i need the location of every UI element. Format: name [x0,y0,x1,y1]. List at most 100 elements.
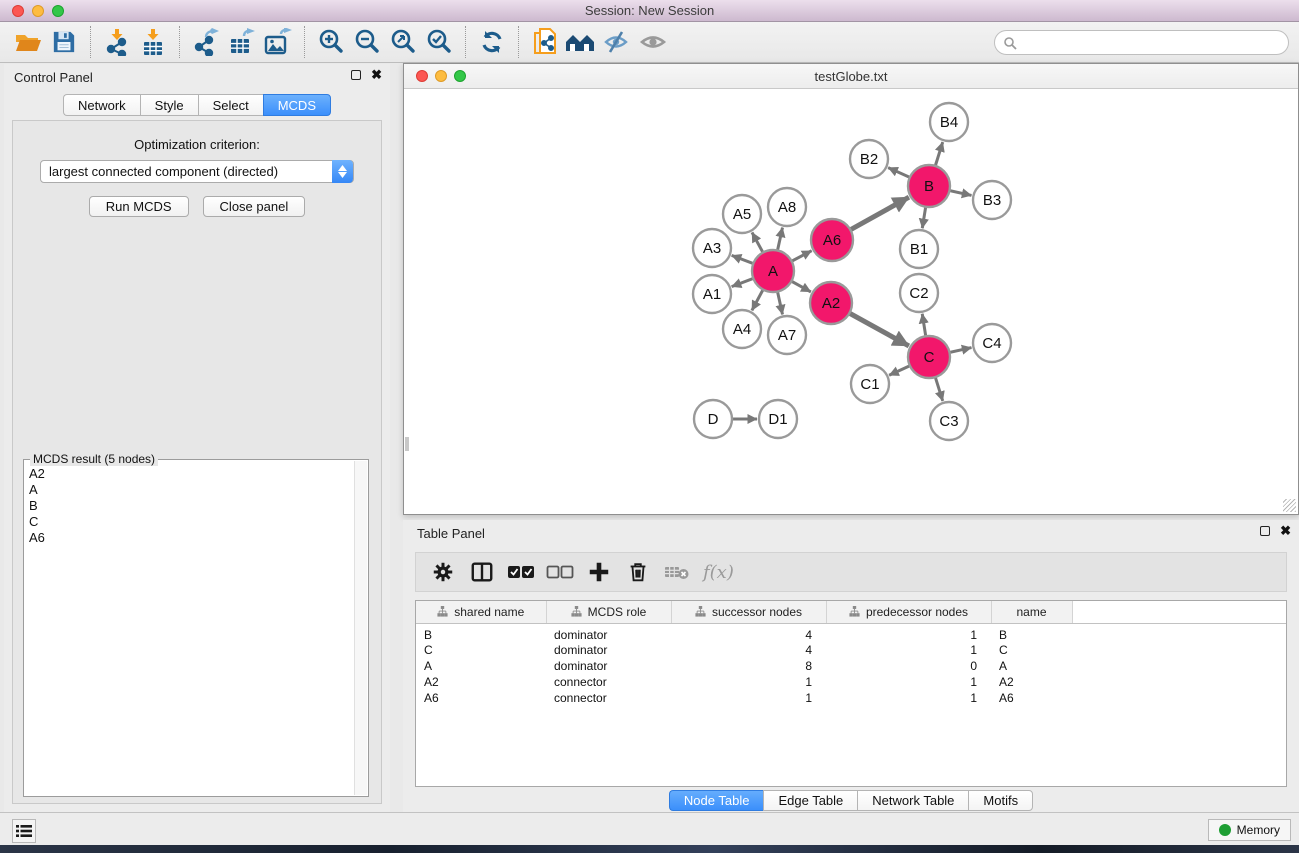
close-panel-icon[interactable]: ✖ [371,70,382,80]
refresh-icon [479,29,505,55]
network-close-button[interactable] [416,70,428,82]
control-panel-tabs: NetworkStyleSelectMCDS [4,94,390,116]
search-icon [1003,36,1017,50]
zoom-in-button[interactable] [313,25,349,59]
mcds-result-item[interactable]: A [29,482,354,498]
graph-node-label: D [708,411,719,428]
table-cell: 1 [826,690,991,706]
control-panel: Control Panel ✖ NetworkStyleSelectMCDS O… [4,64,390,812]
main-toolbar [0,22,1299,63]
close-table-panel-icon[interactable]: ✖ [1280,526,1291,536]
network-zoom-button[interactable] [454,70,466,82]
export-table-button[interactable] [224,25,260,59]
mcds-result-item[interactable]: C [29,514,354,530]
tab-network[interactable]: Network [63,94,140,116]
network-canvas[interactable]: B4B2BB3A8A5A6A3B1AA1C2A2A4A7C4CC1C3DD1 [405,90,1297,513]
run-mcds-button[interactable]: Run MCDS [89,196,189,217]
mcds-result-item[interactable]: A6 [29,530,354,546]
float-panel-icon[interactable] [351,70,361,80]
table-panel-title: Table Panel [417,526,485,541]
table-cell: 0 [826,658,991,674]
zoom-out-button[interactable] [349,25,385,59]
criterion-value: largest connected component (directed) [49,164,278,179]
table-cell: B [416,623,546,642]
tab-style[interactable]: Style [140,94,198,116]
show-graphics-details-button[interactable] [635,25,671,59]
result-list-scrollbar[interactable] [354,461,367,795]
tab-mcds[interactable]: MCDS [263,94,331,116]
window-resize-grip[interactable] [1283,499,1296,512]
minimize-window-button[interactable] [32,5,44,17]
graph-node-label: B3 [983,192,1001,209]
table-row[interactable]: Bdominator41B [416,623,1286,642]
table-cell-filler [1072,623,1286,642]
column-label: predecessor nodes [866,605,968,619]
tab-select[interactable]: Select [198,94,263,116]
show-column-button[interactable] [463,555,500,589]
open-file-button[interactable] [10,25,46,59]
eye-icon [638,30,668,54]
zoom-selected-button[interactable] [421,25,457,59]
zoom-fit-button[interactable] [385,25,421,59]
tab-network-table[interactable]: Network Table [857,790,968,811]
delete-row-button[interactable] [619,555,656,589]
table-row[interactable]: A6connector11A6 [416,690,1286,706]
zoom-out-icon [353,28,381,56]
export-image-button[interactable] [260,25,296,59]
import-network-button[interactable] [99,25,135,59]
column-header-predecessor-nodes[interactable]: predecessor nodes [826,601,991,623]
first-neighbors-button[interactable] [563,25,599,59]
search-input[interactable] [1021,33,1288,53]
tab-motifs[interactable]: Motifs [968,790,1033,811]
graph-node-label: C [924,349,935,366]
mcds-result-groupbox: MCDS result (5 nodes) A2ABCA6 [23,459,369,797]
import-table-button[interactable] [135,25,171,59]
select-all-button[interactable] [502,555,539,589]
close-window-button[interactable] [12,5,24,17]
export-network-icon [192,28,220,56]
toolbar-separator [304,26,305,58]
column-header-shared-name[interactable]: shared name [416,601,546,623]
save-session-button[interactable] [46,25,82,59]
function-builder-button[interactable]: f(x) [697,562,734,583]
column-header-mcds-role[interactable]: MCDS role [546,601,671,623]
export-network-button[interactable] [188,25,224,59]
hierarchy-icon [437,606,448,617]
zoom-window-button[interactable] [52,5,64,17]
memory-button[interactable]: Memory [1208,819,1291,841]
table-row[interactable]: Cdominator41C [416,642,1286,658]
mcds-result-item[interactable]: B [29,498,354,514]
toolbar-separator [179,26,180,58]
table-cell: 4 [671,623,826,642]
deselect-all-button[interactable] [541,555,578,589]
clone-network-button[interactable] [527,25,563,59]
add-row-button[interactable] [580,555,617,589]
hide-details-button[interactable] [599,25,635,59]
node-table[interactable]: shared nameMCDS role successor nodes prede… [415,600,1287,787]
mcds-result-item[interactable]: A2 [29,466,354,482]
graph-node-label: C4 [982,335,1001,352]
show-panel-list-button[interactable] [12,819,36,843]
column-header-successor-nodes[interactable]: successor nodes [671,601,826,623]
trash-icon [626,560,650,584]
table-options-button[interactable] [424,555,461,589]
table-cell: B [991,623,1072,642]
table-row[interactable]: A2connector11A2 [416,674,1286,690]
column-label: successor nodes [712,605,802,619]
tab-node-table[interactable]: Node Table [669,790,764,811]
application-window: Session: New Session [0,0,1299,853]
graph-node-label: A8 [778,199,796,216]
criterion-dropdown[interactable]: largest connected component (directed) [40,160,354,183]
tab-edge-table[interactable]: Edge Table [763,790,857,811]
table-cell: dominator [546,642,671,658]
table-row[interactable]: Adominator80A [416,658,1286,674]
delete-table-button[interactable] [658,555,695,589]
float-table-panel-icon[interactable] [1260,526,1270,536]
network-graph: B4B2BB3A8A5A6A3B1AA1C2A2A4A7C4CC1C3DD1 [405,90,1297,513]
graph-node-label: C3 [939,413,958,430]
column-header-name[interactable]: name [991,601,1072,623]
network-minimize-button[interactable] [435,70,447,82]
close-panel-button[interactable]: Close panel [203,196,306,217]
canvas-scrollbar-thumb[interactable] [405,437,409,451]
refresh-view-button[interactable] [474,25,510,59]
